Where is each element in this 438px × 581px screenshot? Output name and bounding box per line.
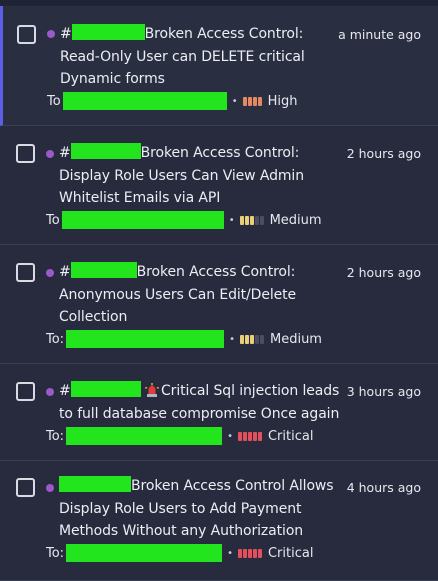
report-time: 2 hours ago (346, 265, 421, 280)
redacted-recipient (66, 427, 223, 445)
report-checkbox[interactable] (16, 263, 35, 282)
severity-bars-icon (239, 334, 264, 344)
report-time: 2 hours ago (346, 146, 421, 161)
report-title[interactable]: # Broken Access Control: Read-Only User c… (60, 23, 345, 91)
report-time: a minute ago (338, 27, 421, 42)
redacted-recipient (66, 544, 223, 562)
severity-label: High (267, 93, 298, 109)
separator-dot: • (231, 95, 238, 107)
purple-dot-icon (46, 269, 54, 277)
report-checkbox[interactable] (16, 478, 35, 497)
separator-dot: • (228, 214, 235, 226)
to-label: To (47, 93, 61, 109)
report-item[interactable]: Broken Access Control Allows Display Rol… (0, 461, 438, 581)
purple-dot-icon (46, 484, 54, 492)
severity-bars-icon (237, 431, 262, 441)
redacted-id (70, 143, 141, 159)
report-time: 4 hours ago (346, 480, 421, 495)
severity-label: Medium (269, 212, 322, 228)
to-label: To (46, 212, 60, 228)
purple-dot-icon (46, 150, 54, 158)
severity-bars-icon (242, 96, 262, 106)
purple-dot-icon (47, 30, 55, 38)
severity-label: Critical (267, 428, 314, 444)
redacted-id (70, 262, 137, 278)
report-recipient-row: To: • Critical (46, 427, 313, 445)
report-list: # Broken Access Control: Read-Only User c… (0, 6, 438, 581)
report-checkbox[interactable] (16, 144, 35, 163)
report-title[interactable]: # Broken Access Control: Anonymous Users … (59, 261, 344, 329)
report-item[interactable]: # Broken Access Control: Display Role Use… (0, 126, 438, 245)
to-label: To: (46, 428, 65, 444)
to-label: To: (46, 545, 65, 561)
redacted-id (70, 381, 141, 397)
severity-label: Critical (267, 545, 314, 561)
report-recipient-row: To • Medium (46, 211, 322, 229)
purple-dot-icon (46, 388, 54, 396)
report-recipient-row: To: • Medium (46, 330, 322, 348)
report-title[interactable]: # Critical Sql injection leads to full d… (59, 380, 359, 425)
redacted-id (59, 476, 131, 492)
report-checkbox[interactable] (16, 382, 35, 401)
siren-icon (145, 383, 159, 397)
redacted-recipient (66, 330, 225, 348)
report-recipient-row: To: • Critical (46, 544, 313, 562)
report-item[interactable]: # Critical Sql injection leads to full d… (0, 364, 438, 461)
report-title[interactable]: Broken Access Control Allows Display Rol… (59, 475, 344, 543)
report-item[interactable]: # Broken Access Control: Anonymous Users … (0, 245, 438, 364)
severity-bars-icon (237, 548, 262, 558)
report-title[interactable]: # Broken Access Control: Display Role Use… (59, 142, 344, 210)
to-label: To: (46, 331, 65, 347)
report-checkbox[interactable] (17, 25, 36, 44)
severity-bars-icon (239, 215, 264, 225)
redacted-id (71, 24, 145, 40)
separator-dot: • (229, 333, 235, 345)
redacted-recipient (62, 92, 227, 110)
separator-dot: • (227, 547, 233, 559)
redacted-recipient (61, 211, 224, 229)
report-item[interactable]: # Broken Access Control: Read-Only User c… (0, 6, 438, 126)
report-time: 3 hours ago (346, 384, 421, 399)
severity-label: Medium (269, 331, 322, 347)
separator-dot: • (227, 430, 233, 442)
report-recipient-row: To • High (47, 92, 297, 110)
